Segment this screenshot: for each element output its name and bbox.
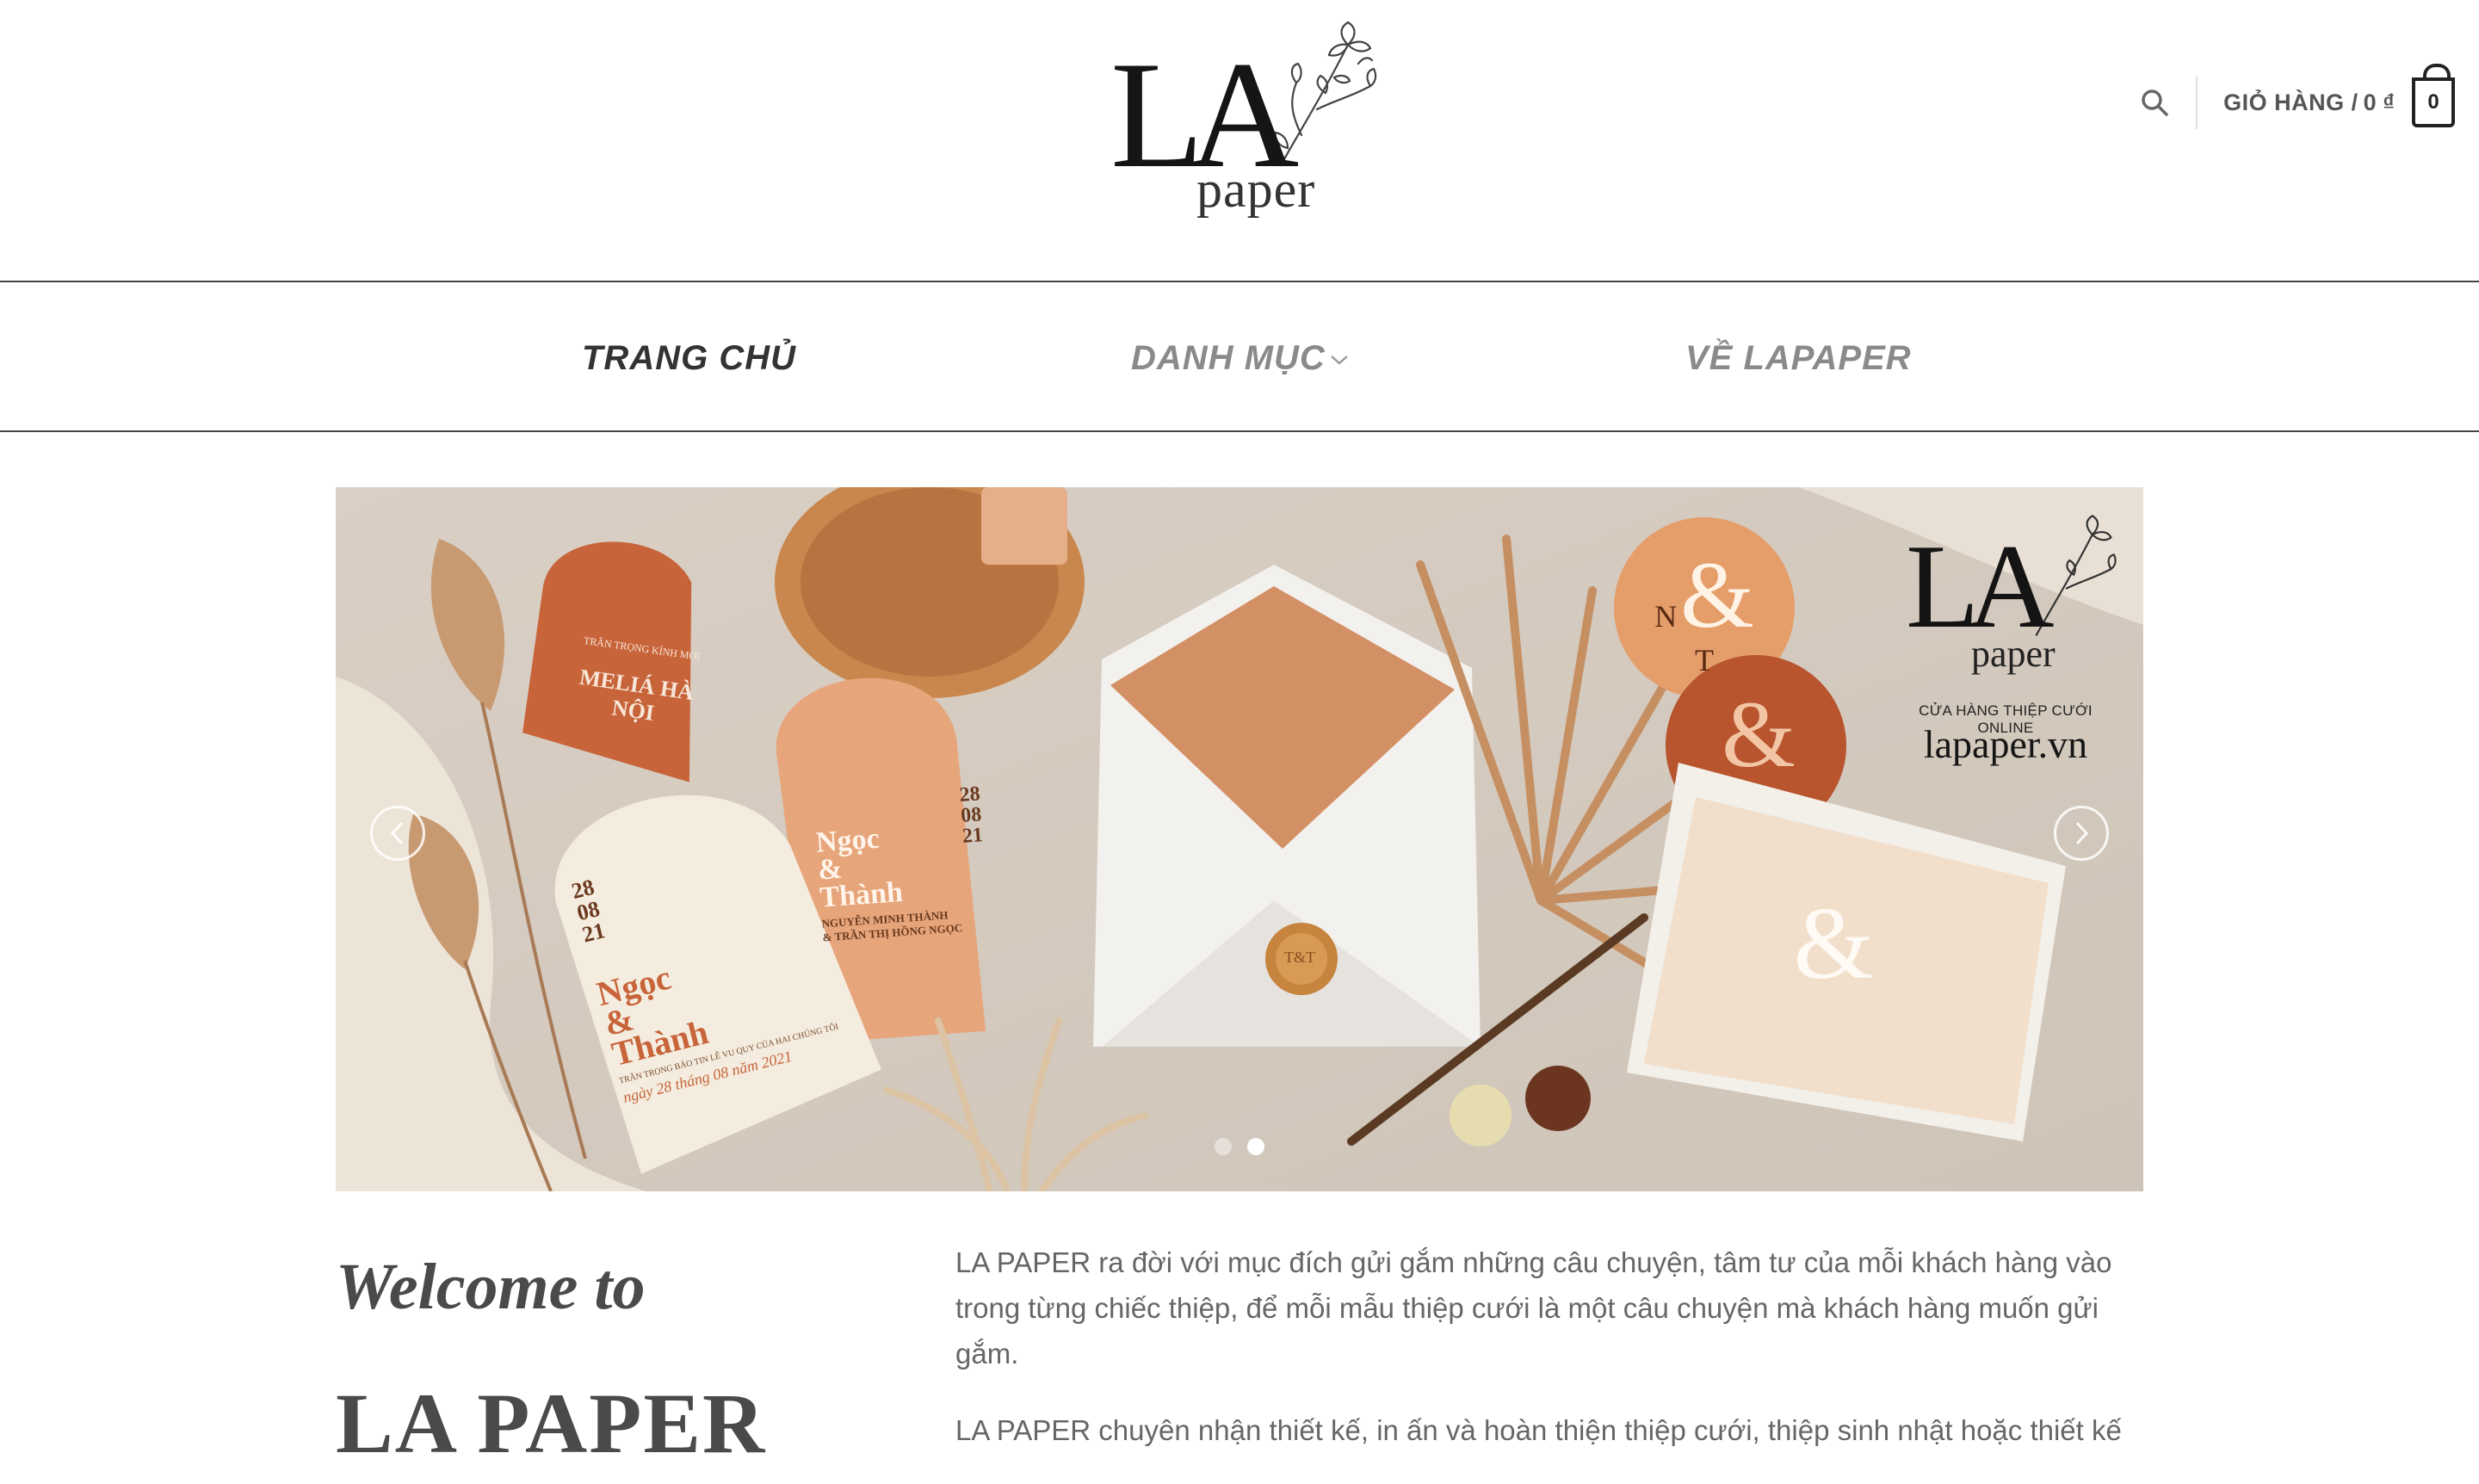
brand-heading: LA PAPER	[336, 1376, 767, 1471]
wax-seal: T&T	[1284, 949, 1315, 966]
chevron-left-icon	[390, 821, 404, 845]
nav-item-label: TRANG CHỦ	[582, 339, 796, 377]
monogram-letter: &	[1722, 682, 1796, 787]
slider-dot-active[interactable]	[1247, 1138, 1264, 1155]
monogram-sticker: &	[1703, 687, 1814, 782]
slider-dots	[336, 1138, 2143, 1155]
slider-dot[interactable]	[1215, 1138, 1232, 1155]
slider-brand-wordmark: LA	[1906, 520, 2055, 653]
search-button[interactable]	[2137, 85, 2172, 120]
intro-paragraph: LA PAPER ra đời với mục đích gửi gắm nhữ…	[955, 1246, 2112, 1370]
chevron-down-icon	[1330, 355, 1348, 365]
card-date-part: 28	[958, 782, 981, 807]
hero-slider[interactable]: TRÂN TRỌNG KÍNH MỜI MELIÁ HÀ NỘI 28 08 2…	[336, 487, 2143, 1191]
monogram-sticker: N & T	[1648, 547, 1760, 678]
card-date-part: 08	[960, 803, 983, 827]
wedding-cards-image	[336, 487, 2143, 1191]
monogram-letter: &	[1793, 886, 1874, 1000]
nav-item-label: DANH MỤC	[1131, 339, 1326, 377]
slider-next-button[interactable]	[2054, 806, 2109, 861]
site-header: LA paper GIỎ HÀNG / 0 ₫ 0	[0, 0, 2479, 281]
search-icon	[2142, 90, 2168, 116]
main-nav: TRANG CHỦ DANH MỤC VỀ LAPAPER	[0, 281, 2479, 432]
intro-text: LA PAPER ra đời với mục đích gửi gắm nhữ…	[955, 1240, 2161, 1484]
nav-item-label: VỀ LAPAPER	[1685, 339, 1912, 377]
welcome-heading: Welcome to	[336, 1251, 646, 1323]
monogram-letter: T	[1695, 643, 1714, 677]
card-date: 28 08 21	[958, 782, 984, 848]
header-actions: GIỎ HÀNG / 0 ₫ 0	[2137, 64, 2455, 134]
cart-count-badge: 0	[2412, 64, 2455, 127]
nav-item-home[interactable]: TRANG CHỦ	[582, 339, 796, 378]
card-date-part: 21	[961, 824, 984, 848]
monogram-letter: &	[1680, 542, 1754, 647]
invitation-card-peach: 28 08 21 Ngọc & Thành NGUYỄN MINH THÀNH …	[813, 782, 1012, 945]
slider-brand-url: lapaper.vn	[1923, 722, 2088, 766]
intro-paragraph: LA PAPER chuyên nhận thiết kế, in ấn và …	[955, 1414, 2122, 1446]
site-logo[interactable]: LA paper	[1102, 19, 1377, 217]
chevron-right-icon	[2075, 821, 2089, 845]
cart-amount: 0 ₫	[2363, 89, 2395, 115]
slider-brand-logo: LA paper CỬA HÀNG THIỆP CƯỚI ONLINE lapa…	[1902, 515, 2117, 766]
nav-item-categories[interactable]: DANH MỤC	[1131, 339, 1350, 378]
header-divider	[2196, 76, 2198, 129]
cart-link[interactable]: GIỎ HÀNG / 0 ₫ 0	[2223, 64, 2455, 127]
slider-prev-button[interactable]	[370, 806, 425, 861]
logo-subtitle: paper	[1196, 161, 1316, 218]
nav-item-about[interactable]: VỀ LAPAPER	[1685, 339, 1912, 378]
cart-label: GIỎ HÀNG /	[2223, 89, 2358, 115]
monogram-letter: N	[1654, 599, 1678, 634]
slider-brand-subtitle: paper	[1971, 633, 2056, 675]
monogram-card: &	[1765, 892, 1902, 995]
